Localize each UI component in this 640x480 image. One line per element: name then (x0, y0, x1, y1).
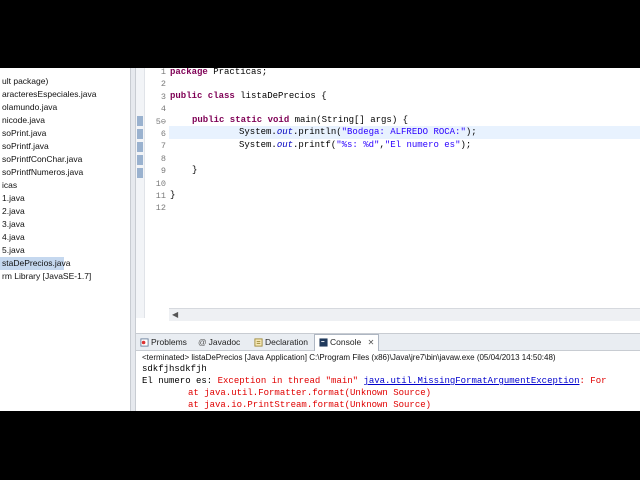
code-text: .printf( (293, 140, 337, 150)
tab-label: Javadoc (208, 337, 241, 347)
code-line-9[interactable]: } (192, 164, 197, 177)
code-line-6[interactable]: System.out.println("Bodega: ALFREDO ROCA… (239, 126, 477, 139)
code-line-7[interactable]: System.out.printf("%s: %d","El numero es… (239, 139, 471, 152)
tree-item[interactable]: icas (0, 179, 97, 192)
console-output-line: sdkfjhsdkfjh (142, 364, 207, 374)
tab-problems[interactable]: Problems (140, 335, 187, 349)
exception-link[interactable]: java.util.MissingFormatArgumentException (363, 376, 579, 386)
line-number: 8 (160, 153, 166, 164)
tab-javadoc[interactable]: @ Javadoc (198, 335, 240, 349)
at-icon: @ (198, 337, 207, 347)
tree-item[interactable]: 3.java (0, 218, 97, 231)
overview-ruler (136, 68, 145, 318)
annotation-marker (137, 168, 143, 178)
stack-trace-line[interactable]: at java.util.Formatter.format(Unknown So… (188, 388, 431, 398)
tree-item[interactable]: nicode.java (0, 114, 97, 127)
code-text: main(String[] args) { (289, 115, 409, 125)
line-number-gutter: 1 2 3 4 5⊖ 6 7 8 9 10 11 12 (145, 68, 169, 318)
line-number: 11 (155, 191, 166, 201)
line-number: 4 (160, 104, 166, 115)
tab-declaration[interactable]: Declaration (254, 335, 308, 349)
code-line-1[interactable]: package Practicas; (170, 68, 267, 79)
tree-item[interactable]: olamundo.java (0, 101, 97, 114)
line-number: 10 (155, 178, 166, 189)
tree-item[interactable]: soPrint.java (0, 127, 97, 140)
string-literal: "El numero es" (384, 140, 461, 150)
line-number: 2 (160, 79, 166, 90)
code-text: ); (460, 140, 472, 150)
code-text: ); (465, 127, 477, 137)
tree-item[interactable]: 5.java (0, 244, 97, 257)
scroll-left-icon[interactable]: ◀ (172, 309, 178, 321)
problems-icon (140, 338, 149, 347)
code-text: listaDePrecios { (234, 91, 327, 101)
tree-item[interactable]: rm Library [JavaSE-1.7] (0, 270, 97, 283)
code-text: } (192, 165, 198, 175)
console-view: Problems @ Javadoc Declaration Console ✕ … (136, 333, 640, 411)
line-number: 1 (160, 68, 166, 77)
tab-label: Console (330, 337, 362, 347)
console-icon (319, 338, 328, 347)
code-editor[interactable]: 1 2 3 4 5⊖ 6 7 8 9 10 11 12 package Practicas; publ… (136, 68, 640, 326)
line-number: 12 (155, 203, 166, 214)
line-number: 9 (160, 166, 166, 177)
output-text: El numero es: (142, 376, 218, 386)
keyword: public class (170, 91, 235, 101)
tree-item[interactable]: 2.java (0, 205, 97, 218)
annotation-marker (137, 116, 143, 126)
keyword: package (170, 68, 208, 77)
line-number: 6 (160, 129, 166, 139)
code-line-11[interactable]: } (170, 189, 175, 202)
field: out (276, 140, 294, 150)
code-line-3[interactable]: public class listaDePrecios { (170, 90, 327, 103)
string-literal: "Bodega: ALFREDO ROCA:" (341, 127, 466, 137)
code-text: System. (239, 140, 277, 150)
tree-item[interactable]: staDePrecios.java (0, 257, 71, 270)
console-description: <terminated> listaDePrecios [Java Applic… (142, 353, 556, 362)
package-tree: ult package) aracteresEspeciales.java olam… (0, 75, 97, 283)
tree-item[interactable]: soPrintfNumeros.java (0, 166, 97, 179)
close-icon[interactable]: ✕ (368, 338, 375, 347)
line-number: 7 (160, 141, 166, 152)
code-text: Practicas; (207, 68, 268, 77)
field: out (276, 127, 294, 137)
code-text: System. (239, 127, 277, 137)
keyword: public static void (192, 115, 290, 125)
tree-item[interactable]: 1.java (0, 192, 97, 205)
tab-console[interactable]: Console ✕ (314, 334, 380, 351)
package-explorer: ult package) aracteresEspeciales.java olam… (0, 68, 130, 411)
line-number: 5⊖ (155, 116, 166, 127)
tree-item[interactable]: 4.java (0, 231, 97, 244)
annotation-marker (137, 142, 143, 152)
eclipse-window: ult package) aracteresEspeciales.java olam… (0, 68, 640, 411)
view-tab-bar: Problems @ Javadoc Declaration Console ✕ (136, 334, 640, 351)
tree-item[interactable]: soPrintfConChar.java (0, 153, 97, 166)
console-output-line: El numero es: Exception in thread "main"… (142, 376, 607, 386)
line-number: 3 (160, 91, 166, 102)
tree-item[interactable]: aracteresEspeciales.java (0, 88, 97, 101)
tab-label: Declaration (265, 337, 308, 347)
annotation-marker (137, 129, 143, 139)
tab-label: Problems (151, 337, 187, 347)
declaration-icon (254, 338, 263, 347)
code-text: .println( (293, 127, 342, 137)
horizontal-scrollbar[interactable]: ◀ (169, 308, 640, 321)
tree-item[interactable]: ult package) (0, 75, 97, 88)
error-text: : For (579, 376, 607, 386)
annotation-marker (137, 155, 143, 165)
string-literal: "%s: %d" (336, 140, 380, 150)
code-text: } (170, 190, 176, 200)
tree-item[interactable]: soPrintf.java (0, 140, 97, 153)
error-text: Exception in thread "main" (217, 376, 364, 386)
stack-trace-line[interactable]: at java.io.PrintStream.format(Unknown So… (188, 400, 431, 410)
